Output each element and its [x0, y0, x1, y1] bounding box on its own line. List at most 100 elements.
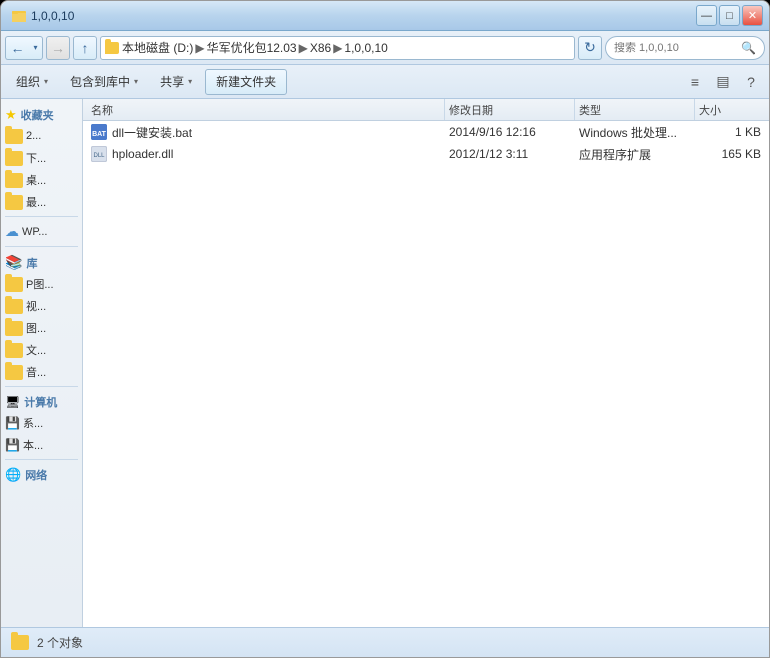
computer-label: 计算机 — [24, 394, 57, 410]
file-name-bat: BAT dll一键安装.bat — [87, 124, 445, 141]
disk-icon-2: 💾 — [5, 438, 20, 452]
folder-icon — [5, 277, 23, 292]
include-dropdown-arrow: ▾ — [134, 77, 138, 86]
address-path-bar[interactable]: 本地磁盘 (D:) ▶ 华军优化包12.03 ▶ X86 ▶ 1,0,0,10 — [100, 36, 575, 60]
refresh-button[interactable]: ↻ — [578, 36, 602, 60]
title-controls: — □ ✕ — [696, 5, 763, 26]
sidebar-item-wp[interactable]: ☁ WP... — [1, 220, 82, 243]
favorites-label: 收藏夹 — [21, 107, 54, 123]
path-segment-4: 1,0,0,10 — [344, 41, 387, 55]
sidebar-item-fav2[interactable]: 下... — [1, 147, 82, 169]
sidebar-sysdrive-label: 系... — [23, 415, 43, 431]
forward-button[interactable]: → — [46, 36, 70, 60]
col-type-label: 类型 — [579, 102, 601, 118]
path-segment-2: 华军优化包12.03 — [207, 39, 297, 56]
cloud-icon: ☁ — [5, 223, 19, 240]
sidebar-music-label: 音... — [26, 364, 46, 380]
include-library-button[interactable]: 包含到库中 ▾ — [61, 69, 147, 95]
file-row-dll[interactable]: DLL hploader.dll 2012/1/12 3:11 应用程序扩展 1… — [83, 143, 769, 165]
sidebar-item-desktop[interactable]: 桌... — [1, 169, 82, 191]
status-count-text: 2 个对象 — [37, 634, 83, 651]
share-button[interactable]: 共享 ▾ — [151, 69, 201, 95]
toolbar: 组织 ▾ 包含到库中 ▾ 共享 ▾ 新建文件夹 ≡ ▤ ? — [1, 65, 769, 99]
path-item-2: 华军优化包12.03 — [207, 39, 297, 56]
share-dropdown-arrow: ▾ — [188, 77, 192, 86]
main-area: ★ 收藏夹 2... 下... 桌... 最... ☁ — [1, 99, 769, 627]
sidebar-item-localdisk[interactable]: 💾 本... — [1, 434, 82, 456]
sidebar-item-recent[interactable]: 最... — [1, 191, 82, 213]
file-type-bat: Windows 批处理... — [575, 124, 695, 141]
folder-icon — [5, 299, 23, 314]
view-options-button[interactable]: ≡ — [683, 70, 707, 94]
column-header: 名称 修改日期 类型 大小 — [83, 99, 769, 121]
back-button[interactable]: ← — [5, 36, 29, 60]
folder-icon — [5, 321, 23, 336]
file-size-dll: 165 KB — [695, 147, 765, 161]
sidebar-fav1-label: 2... — [26, 130, 41, 142]
organize-button[interactable]: 组织 ▾ — [7, 69, 57, 95]
sidebar-computer-heading[interactable]: 🖥 计算机 — [1, 390, 82, 412]
new-folder-label: 新建文件夹 — [216, 75, 276, 89]
file-list: BAT dll一键安装.bat 2014/9/16 12:16 Windows … — [83, 121, 769, 627]
back-dropdown[interactable]: ▾ — [29, 36, 43, 60]
minimize-button[interactable]: — — [696, 5, 717, 26]
sidebar-item-video[interactable]: 视... — [1, 295, 82, 317]
sidebar-item-fav1[interactable]: 2... — [1, 125, 82, 147]
col-type-header[interactable]: 类型 — [575, 99, 695, 120]
share-label: 共享 — [160, 73, 184, 90]
help-button[interactable]: ? — [739, 70, 763, 94]
bat-file-icon: BAT — [91, 124, 107, 140]
sidebar-recent-label: 最... — [26, 194, 46, 210]
sidebar-item-pictures[interactable]: P图... — [1, 273, 82, 295]
title-bar-left: 1,0,0,10 — [11, 8, 74, 24]
explorer-window: 1,0,0,10 — □ ✕ ← ▾ → ↑ 本地磁盘 (D:) ▶ 华军优化包… — [0, 0, 770, 658]
computer-icon: 🖥 — [5, 395, 20, 409]
folder-icon — [5, 343, 23, 358]
sidebar-item-music[interactable]: 音... — [1, 361, 82, 383]
address-bar: ← ▾ → ↑ 本地磁盘 (D:) ▶ 华军优化包12.03 ▶ X86 ▶ 1… — [1, 31, 769, 65]
search-input[interactable] — [614, 42, 737, 54]
preview-pane-button[interactable]: ▤ — [711, 70, 735, 94]
up-button[interactable]: ↑ — [73, 36, 97, 60]
path-item-4: 1,0,0,10 — [344, 41, 387, 55]
col-date-header[interactable]: 修改日期 — [445, 99, 575, 120]
favorites-star-icon: ★ — [5, 107, 17, 123]
file-size-bat: 1 KB — [695, 125, 765, 139]
network-icon: 🌐 — [5, 467, 21, 483]
search-icon[interactable]: 🔍 — [741, 41, 756, 55]
sidebar-libraries-heading[interactable]: 📚 库 — [1, 250, 82, 273]
bat-filename: dll一键安装.bat — [112, 124, 192, 141]
sidebar-item-sysdrive[interactable]: 💾 系... — [1, 412, 82, 434]
sidebar-divider-3 — [5, 386, 78, 387]
new-folder-button[interactable]: 新建文件夹 — [205, 69, 287, 95]
include-label: 包含到库中 — [70, 73, 130, 90]
path-item-root: 本地磁盘 (D:) — [105, 39, 193, 56]
folder-icon — [5, 365, 23, 380]
file-row-bat[interactable]: BAT dll一键安装.bat 2014/9/16 12:16 Windows … — [83, 121, 769, 143]
dll-filename: hploader.dll — [112, 147, 173, 161]
col-size-header[interactable]: 大小 — [695, 99, 765, 120]
organize-label: 组织 — [16, 73, 40, 90]
file-date-bat: 2014/9/16 12:16 — [445, 125, 575, 139]
col-date-label: 修改日期 — [449, 102, 493, 118]
file-date-dll: 2012/1/12 3:11 — [445, 147, 575, 161]
sidebar-wp-label: WP... — [22, 226, 47, 238]
disk-icon: 💾 — [5, 416, 20, 430]
maximize-button[interactable]: □ — [719, 5, 740, 26]
folder-icon — [5, 151, 23, 166]
sidebar-favorites-heading[interactable]: ★ 收藏夹 — [1, 103, 82, 125]
toolbar-right: ≡ ▤ ? — [683, 70, 763, 94]
col-name-header[interactable]: 名称 — [87, 99, 445, 120]
path-item-3: X86 — [310, 41, 331, 55]
search-box[interactable]: 🔍 — [605, 36, 765, 60]
path-separator-3: ▶ — [333, 41, 342, 55]
sidebar-pictures-label: P图... — [26, 276, 54, 292]
sidebar-item-docs[interactable]: 文... — [1, 339, 82, 361]
file-name-dll: DLL hploader.dll — [87, 146, 445, 162]
organize-dropdown-arrow: ▾ — [44, 77, 48, 86]
nav-group: ← ▾ — [5, 36, 43, 60]
path-separator-2: ▶ — [299, 41, 308, 55]
sidebar-network-heading[interactable]: 🌐 网络 — [1, 463, 82, 485]
sidebar-item-images[interactable]: 图... — [1, 317, 82, 339]
close-button[interactable]: ✕ — [742, 5, 763, 26]
